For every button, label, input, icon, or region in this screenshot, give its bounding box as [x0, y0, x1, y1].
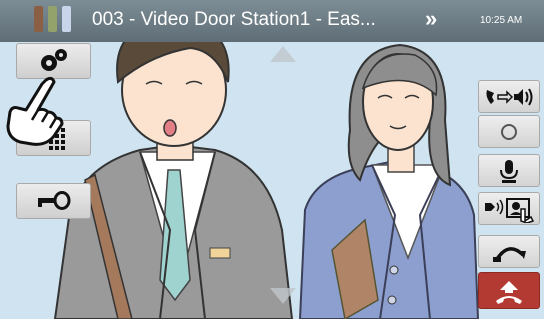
speaker-volume-icon — [486, 87, 533, 106]
record-button[interactable] — [478, 115, 540, 148]
station-title: 003 - Video Door Station1 - Eas... — [92, 9, 376, 30]
volume-button[interactable] — [478, 80, 540, 113]
up-arrow-icon[interactable] — [268, 44, 298, 64]
clock-time: 10:25 AM — [480, 15, 523, 26]
tap-hand-icon — [6, 76, 64, 146]
signal-bar-3 — [62, 6, 71, 32]
push-to-talk-icon — [485, 197, 535, 223]
call-transfer-icon — [493, 246, 526, 262]
microphone-icon — [500, 159, 518, 183]
settings-gear-icon — [40, 49, 67, 71]
signal-bar-2 — [48, 6, 57, 32]
push-to-talk-button[interactable] — [478, 192, 540, 225]
door-release-key-icon — [37, 191, 70, 210]
hang-up-icon — [496, 280, 522, 304]
door-release-button[interactable] — [16, 183, 91, 219]
down-arrow-icon[interactable] — [268, 286, 298, 306]
microphone-button[interactable] — [478, 154, 540, 187]
record-icon — [501, 123, 517, 140]
top-status-bar: 003 - Video Door Station1 - Eas... » 10:… — [0, 0, 544, 42]
signal-bar-1 — [34, 6, 43, 32]
hang-up-button[interactable] — [478, 272, 540, 309]
call-transfer-button[interactable] — [478, 235, 540, 268]
video-intercom-screen: 003 - Video Door Station1 - Eas... » 10:… — [0, 0, 544, 319]
expand-more-button[interactable]: » — [425, 6, 437, 32]
